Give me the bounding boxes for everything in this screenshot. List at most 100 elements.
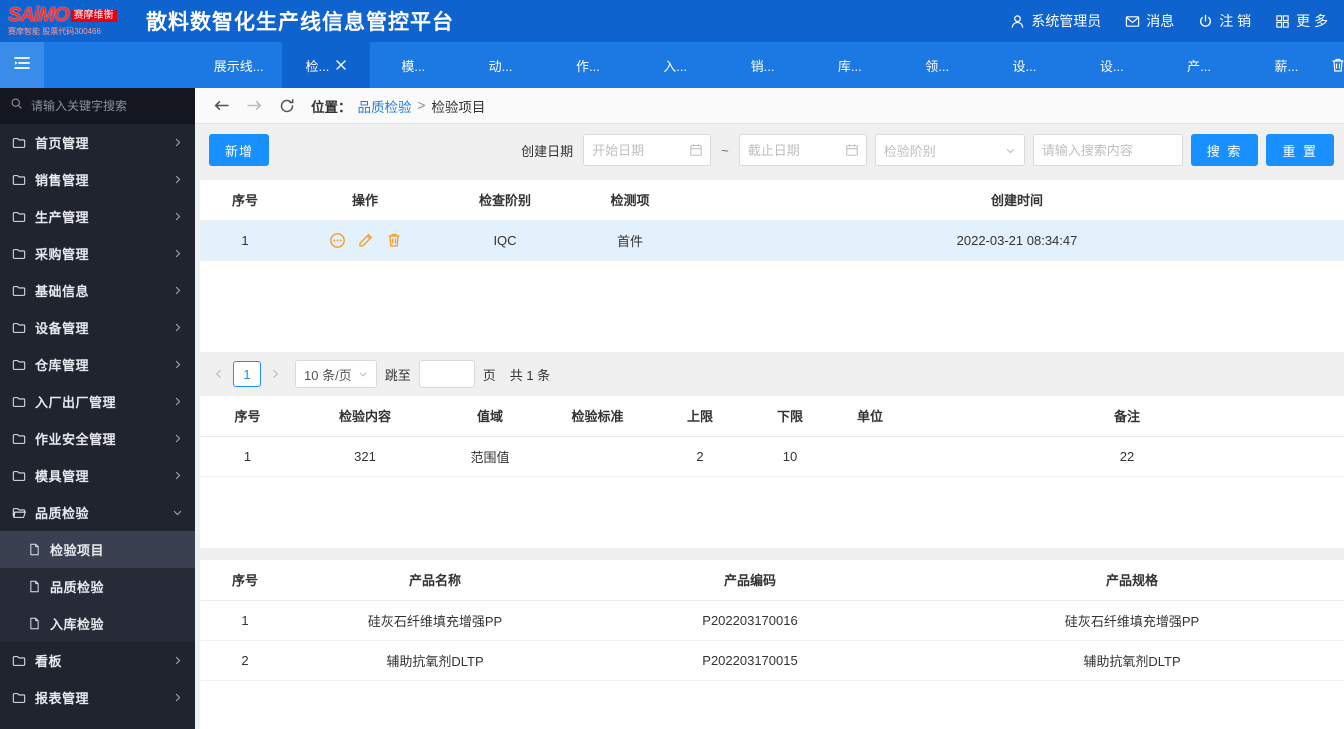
sidebar-item-report-mgmt[interactable]: 报表管理 xyxy=(0,679,195,716)
user-icon xyxy=(1010,14,1025,29)
cell-unit xyxy=(830,436,910,477)
chevron-right-icon xyxy=(172,470,183,481)
col-header-index: 序号 xyxy=(200,396,295,437)
user-menu[interactable]: 系统管理员 xyxy=(1010,11,1101,31)
sidebar-item-base-info[interactable]: 基础信息 xyxy=(0,272,195,309)
chevron-right-icon xyxy=(172,137,183,148)
chevron-down-icon xyxy=(358,369,368,379)
breadcrumb-current: 检验项目 xyxy=(431,99,486,115)
delete-icon[interactable] xyxy=(386,232,402,248)
filter-toolbar: 新增 创建日期 ~ 检验阶别 xyxy=(195,124,1344,176)
cell-standard xyxy=(545,436,650,477)
page-title: 散料数智化生产线信息管控平台 xyxy=(146,11,454,34)
sidebar-item-quality-inspection[interactable]: 品质检验 xyxy=(0,494,195,531)
sidebar-item-production-mgmt[interactable]: 生产管理 xyxy=(0,198,195,235)
sidebar-item-mold-mgmt[interactable]: 模具管理 xyxy=(0,457,195,494)
table-row[interactable]: 1 321 范围值 2 10 22 xyxy=(200,436,1344,477)
messages-button[interactable]: 消息 xyxy=(1125,11,1174,31)
col-header-remark: 备注 xyxy=(910,396,1344,437)
chevron-right-icon xyxy=(172,211,183,222)
forward-icon[interactable] xyxy=(246,97,263,114)
top-header: SAiMO 赛摩维衡 赛摩智能 股票代码300466 散料数智化生产线信息管控平… xyxy=(0,0,1344,42)
jump-page-input[interactable] xyxy=(418,360,475,388)
search-button[interactable]: 搜 索 xyxy=(1190,134,1259,166)
next-page-icon[interactable] xyxy=(269,368,281,380)
logo-badge: 赛摩维衡 xyxy=(70,9,117,23)
sidebar-item-work-safety-mgmt[interactable]: 作业安全管理 xyxy=(0,420,195,457)
messages-label: 消息 xyxy=(1146,13,1175,29)
sidebar-item-home-mgmt[interactable]: 首页管理 xyxy=(0,124,195,161)
tab-1-active[interactable]: 检... xyxy=(282,42,370,88)
sidebar-subitem-inspection-items[interactable]: 检验项目 xyxy=(0,531,195,568)
page-size-select[interactable]: 10 条/页 xyxy=(295,360,377,388)
sidebar-item-kanban[interactable]: 看板 xyxy=(0,642,195,679)
hamburger-icon xyxy=(12,53,32,78)
add-button[interactable]: 新增 xyxy=(209,134,270,166)
tab-bar: 展示线... 检... 模... 动... 作... 入... 销... 库..… xyxy=(0,42,1344,88)
cell-index: 1 xyxy=(200,600,290,641)
tab-9[interactable]: 设... xyxy=(981,42,1068,88)
inspection-items-table-card: 序号 操作 检查阶别 检测项 创建时间 1 IQC 首件 2022-03-21 … xyxy=(200,180,1344,352)
close-all-tabs-button[interactable] xyxy=(1330,42,1344,88)
close-icon[interactable] xyxy=(336,58,347,73)
folder-icon xyxy=(12,432,26,446)
reset-button[interactable]: 重 置 xyxy=(1266,134,1334,166)
sidebar-item-entry-exit-mgmt[interactable]: 入厂出厂管理 xyxy=(0,383,195,420)
folder-icon xyxy=(12,321,26,335)
trash-icon xyxy=(1332,58,1344,72)
prev-page-icon[interactable] xyxy=(213,368,225,380)
tab-5[interactable]: 入... xyxy=(632,42,719,88)
start-date-input[interactable] xyxy=(583,134,712,166)
inspection-stage-select[interactable]: 检验阶别 xyxy=(874,134,1025,166)
tab-7[interactable]: 库... xyxy=(806,42,893,88)
col-header-unit: 单位 xyxy=(830,396,910,437)
more-button[interactable]: 更 多 xyxy=(1275,11,1328,31)
sidebar-subitem-quality-inspection[interactable]: 品质检验 xyxy=(0,568,195,605)
row-actions xyxy=(290,232,440,249)
keyword-search-input[interactable] xyxy=(1032,134,1183,166)
sidebar-item-sales-mgmt[interactable]: 销售管理 xyxy=(0,161,195,198)
tab-0[interactable]: 展示线... xyxy=(195,42,282,88)
edit-icon[interactable] xyxy=(358,232,374,248)
tab-12[interactable]: 薪... xyxy=(1243,42,1330,88)
chevron-right-icon xyxy=(172,174,183,185)
logo-text: SAiMO xyxy=(8,4,70,27)
end-date-input[interactable] xyxy=(738,134,867,166)
tab-6[interactable]: 销... xyxy=(719,42,806,88)
table-row[interactable]: 1 硅灰石纤维填充增强PP P202203170016 硅灰石纤维填充增强PP xyxy=(200,600,1344,641)
sidebar-item-warehouse-mgmt[interactable]: 仓库管理 xyxy=(0,346,195,383)
folder-icon xyxy=(12,358,26,372)
breadcrumb-parent[interactable]: 品质检验 xyxy=(358,96,412,116)
chevron-right-icon xyxy=(172,396,183,407)
table-row[interactable]: 2 辅助抗氧剂DLTP P202203170015 辅助抗氧剂DLTP xyxy=(200,640,1344,681)
tab-4[interactable]: 作... xyxy=(544,42,631,88)
table-row[interactable]: 1 IQC 首件 2022-03-21 08:34:47 xyxy=(200,220,1344,261)
logout-button[interactable]: 注 销 xyxy=(1198,11,1251,31)
chevron-right-icon xyxy=(172,248,183,259)
tab-2[interactable]: 模... xyxy=(370,42,457,88)
tab-11[interactable]: 产... xyxy=(1155,42,1242,88)
refresh-icon[interactable] xyxy=(279,98,295,114)
collapse-menu-button[interactable] xyxy=(0,42,44,88)
chevron-right-icon xyxy=(172,285,183,296)
back-icon[interactable] xyxy=(213,97,230,114)
folder-icon xyxy=(12,284,26,298)
detail-icon[interactable] xyxy=(329,232,346,249)
cell-product-code: P202203170016 xyxy=(580,600,920,641)
tab-8[interactable]: 领... xyxy=(894,42,981,88)
table-header-row: 序号 检验内容 值域 检验标准 上限 下限 单位 备注 xyxy=(200,396,1344,437)
folder-icon xyxy=(12,691,26,705)
page-number-button[interactable]: 1 xyxy=(233,361,261,387)
sidebar-search-input[interactable] xyxy=(31,99,186,113)
application-window: SAiMO 赛摩维衡 赛摩智能 股票代码300466 散料数智化生产线信息管控平… xyxy=(0,0,1344,729)
tab-10[interactable]: 设... xyxy=(1068,42,1155,88)
sidebar-item-equipment-mgmt[interactable]: 设备管理 xyxy=(0,309,195,346)
tab-3[interactable]: 动... xyxy=(457,42,544,88)
folder-icon xyxy=(12,210,26,224)
sidebar-subitem-inbound-inspection[interactable]: 入库检验 xyxy=(0,605,195,642)
user-label: 系统管理员 xyxy=(1031,13,1102,29)
sidebar-item-purchase-mgmt[interactable]: 采购管理 xyxy=(0,235,195,272)
cell-remark: 22 xyxy=(910,436,1344,477)
cell-content: 321 xyxy=(295,436,435,477)
product-table: 序号 产品名称 产品编码 产品规格 1 硅灰石纤维填充增强PP P2022031… xyxy=(200,560,1344,681)
